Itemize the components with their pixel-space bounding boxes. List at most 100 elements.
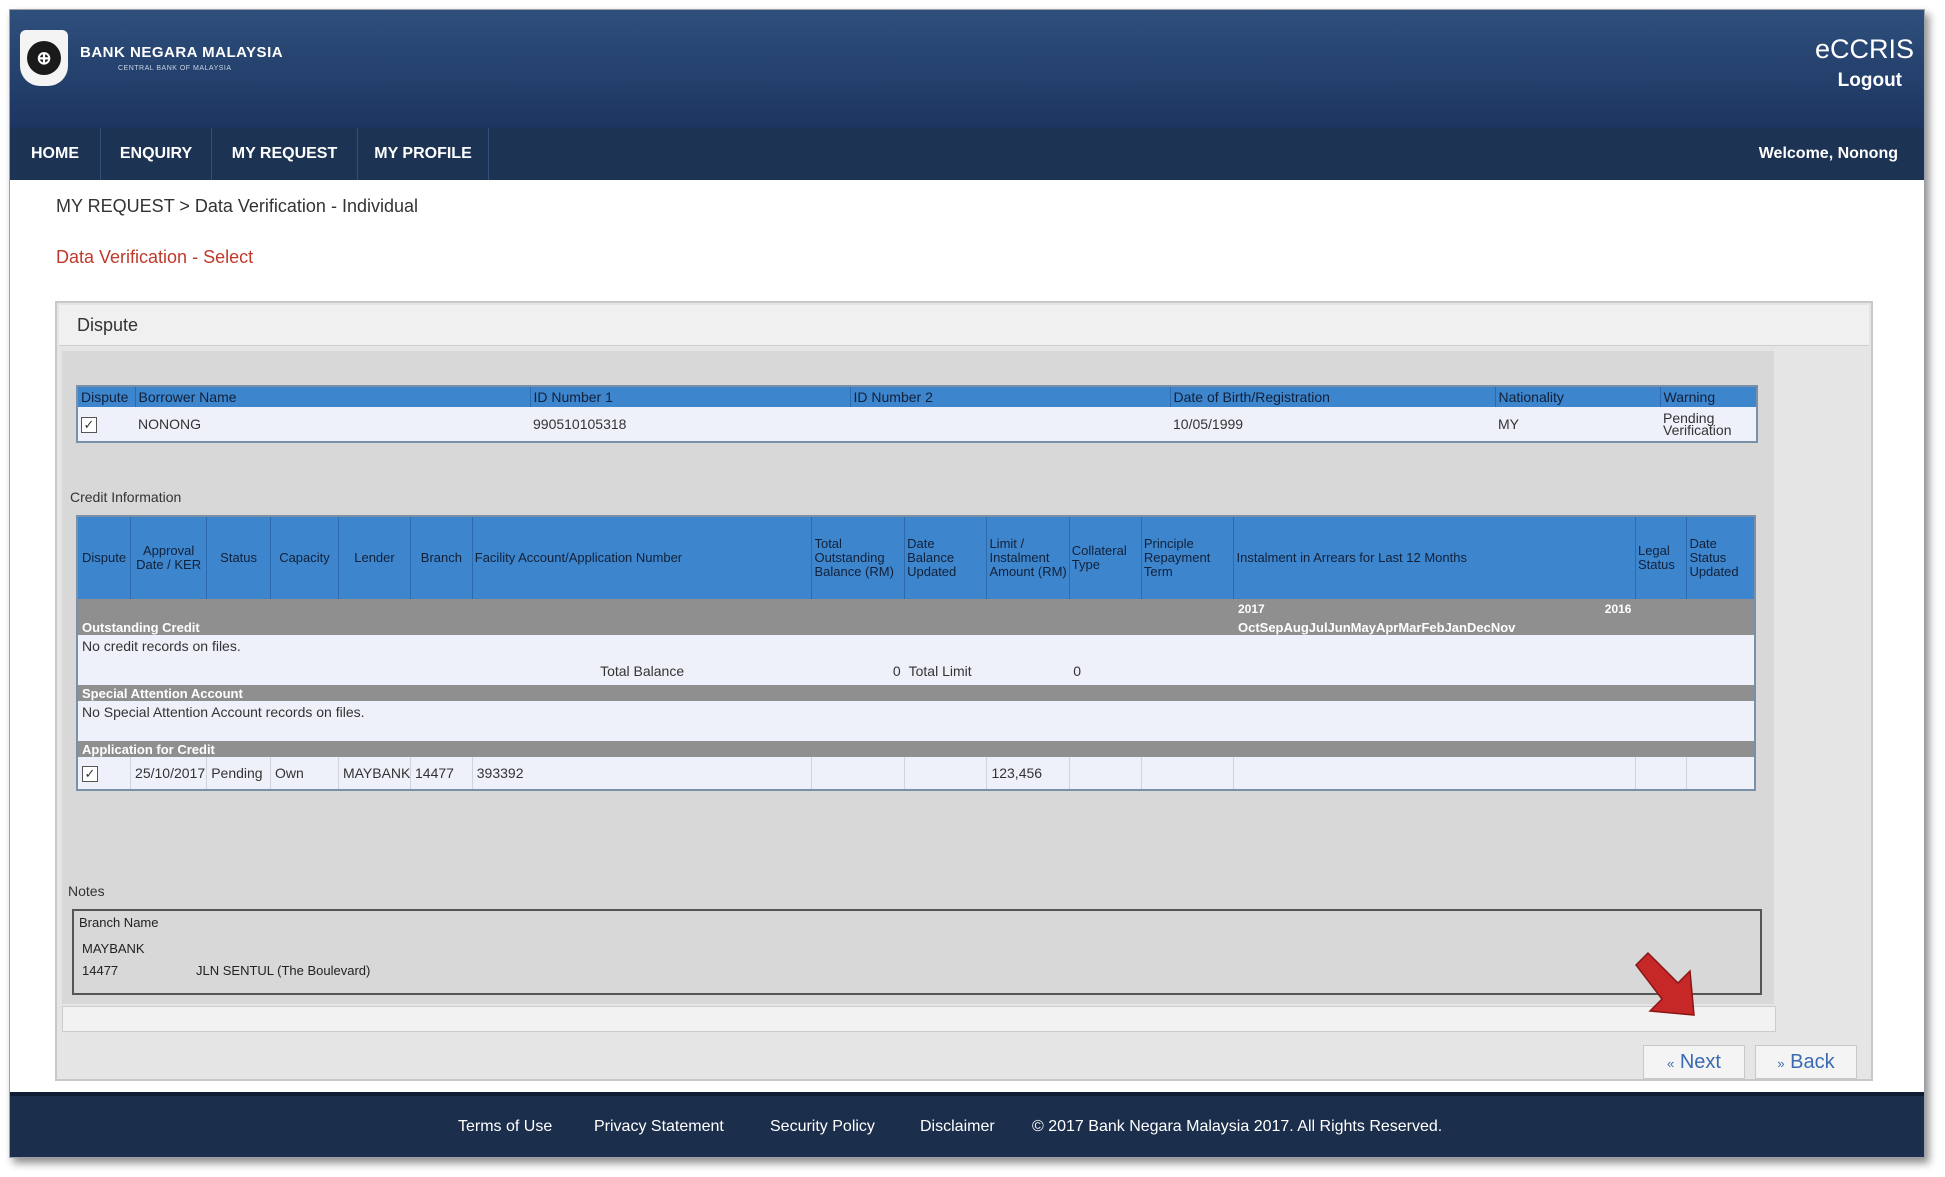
col-date-balance-updated: Date Balance Updated — [904, 516, 988, 599]
dispute-panel: Dispute Dispute Borrower Name ID Number … — [55, 301, 1873, 1081]
dispute-checkbox[interactable]: ✓ — [82, 765, 98, 782]
next-label: Next — [1679, 1051, 1721, 1073]
month-labels: OctSepAugJulJunMayAprMarFebJanDecNov — [1233, 619, 1636, 635]
nav-enquiry[interactable]: ENQUIRY — [101, 128, 212, 180]
bank-subtitle: CENTRAL BANK OF MALAYSIA — [118, 65, 232, 72]
nav-home[interactable]: HOME — [10, 128, 101, 180]
col-borrower-name: Borrower Name — [135, 386, 531, 407]
back-label: Back — [1790, 1051, 1835, 1073]
welcome-text: Welcome, Nonong — [1758, 145, 1898, 162]
red-arrow-icon — [1635, 951, 1695, 1016]
back-icon: » — [1777, 1056, 1785, 1071]
bnm-logo: ⊕ — [20, 30, 68, 86]
limit-amount: 123,456 — [986, 757, 1070, 790]
panel-header: Dispute — [59, 305, 1869, 346]
bank-name: BANK NEGARA MALAYSIA — [80, 44, 284, 61]
saa-row: Special Attention Account — [77, 685, 1755, 701]
panel-body[interactable]: Dispute Borrower Name ID Number 1 ID Num… — [62, 351, 1774, 1004]
borrower-table-header: Dispute Borrower Name ID Number 1 ID Num… — [77, 386, 1758, 407]
col-collateral-type: Collateral Type — [1069, 516, 1142, 599]
notes-branch-code: 14477 — [82, 963, 119, 978]
privacy-statement-link[interactable]: Privacy Statement — [594, 1118, 724, 1136]
application-credit-row: Application for Credit — [77, 741, 1755, 757]
table-row: ✓ 25/10/2017 Pending Own MAYBANK 14477 3… — [77, 757, 1756, 790]
nav-my-profile[interactable]: MY PROFILE — [358, 128, 489, 180]
notes-box: Branch Name MAYBANK 14477 JLN SENTUL (Th… — [72, 909, 1762, 995]
total-limit-label: Total Limit — [904, 657, 1070, 685]
col-instalment-arrears: Instalment in Arrears for Last 12 Months — [1233, 516, 1636, 599]
next-button[interactable]: « Next — [1643, 1045, 1745, 1079]
notes-header: Branch Name — [79, 915, 159, 930]
saa-label: Special Attention Account — [77, 685, 1755, 701]
terms-of-use-link[interactable]: Terms of Use — [458, 1118, 552, 1136]
col-id-number-2: ID Number 2 — [850, 386, 1171, 407]
warning-status: Pending Verification — [1660, 407, 1757, 442]
back-button[interactable]: » Back — [1755, 1045, 1857, 1079]
col-principle-repayment: Principle Repayment Term — [1141, 516, 1235, 599]
id-number-2 — [850, 407, 1170, 442]
logout-link[interactable]: Logout — [1838, 70, 1902, 92]
col-total-outstanding: Total Outstanding Balance (RM) — [811, 516, 906, 599]
notes-lender: MAYBANK — [82, 941, 145, 956]
totals-row: Total Balance 0 Total Limit 0 — [77, 657, 1755, 685]
panel-title: Dispute — [77, 315, 139, 335]
application-credit-label: Application for Credit — [77, 741, 1755, 757]
date-of-birth: 10/05/1999 — [1170, 407, 1495, 442]
security-policy-link[interactable]: Security Policy — [770, 1118, 875, 1136]
col-facility-account: Facility Account/Application Number — [472, 516, 813, 599]
col-dob: Date of Birth/Registration — [1170, 386, 1496, 407]
page-footer: Terms of Use Privacy Statement Security … — [10, 1092, 1924, 1157]
col-legal-status: Legal Status — [1635, 516, 1688, 599]
horizontal-scrollbar[interactable] — [62, 1006, 1776, 1032]
borrower-name: NONONG — [135, 407, 530, 442]
credit-table: Dispute Approval Date / KER Status Capac… — [76, 515, 1756, 791]
no-credit-message: No credit records on files. — [77, 635, 1755, 657]
credit-info-label: Credit Information — [70, 489, 182, 505]
col-branch: Branch — [410, 516, 473, 599]
no-saa-row: No Special Attention Account records on … — [77, 701, 1755, 741]
borrower-table: Dispute Borrower Name ID Number 1 ID Num… — [76, 385, 1758, 443]
page-subtitle: Data Verification - Select — [56, 247, 254, 267]
bnm-emblem-icon: ⊕ — [27, 41, 61, 75]
year-labels: 2017 2016 — [1233, 599, 1636, 619]
outstanding-credit-row: Outstanding Credit OctSepAugJulJunMayApr… — [77, 619, 1755, 635]
breadcrumb: MY REQUEST > Data Verification - Individ… — [56, 196, 418, 216]
outstanding-credit-label: Outstanding Credit — [77, 619, 1234, 635]
nationality: MY — [1495, 407, 1660, 442]
col-lender: Lender — [338, 516, 412, 599]
page-header: ⊕ BANK NEGARA MALAYSIA CENTRAL BANK OF M… — [10, 10, 1924, 128]
total-limit-value: 0 — [1069, 657, 1142, 685]
branch: 14477 — [410, 757, 473, 790]
copyright: © 2017 Bank Negara Malaysia 2017. All Ri… — [1032, 1118, 1443, 1135]
year-2016: 2016 — [1604, 602, 1632, 616]
app-name: eCCRIS — [1814, 34, 1914, 64]
total-balance-label: Total Balance — [472, 657, 812, 685]
nav-my-request[interactable]: MY REQUEST — [212, 128, 358, 180]
next-icon: « — [1667, 1056, 1675, 1071]
id-number-1: 990510105318 — [530, 407, 850, 442]
facility-number: 393392 — [472, 757, 813, 790]
col-dispute: Dispute — [77, 516, 132, 599]
no-credit-row: No credit records on files. — [77, 635, 1755, 657]
no-saa-message: No Special Attention Account records on … — [77, 701, 1755, 741]
col-id-number-1: ID Number 1 — [530, 386, 851, 407]
col-dispute: Dispute — [77, 386, 136, 407]
col-date-status-updated: Date Status Updated — [1686, 516, 1756, 599]
main-nav: HOME ENQUIRY MY REQUEST MY PROFILE Welco… — [10, 128, 1924, 180]
notes-branch-name: JLN SENTUL (The Boulevard) — [196, 963, 371, 978]
col-capacity: Capacity — [270, 516, 339, 599]
year-row: 2017 2016 — [77, 599, 1755, 619]
disclaimer-link[interactable]: Disclaimer — [920, 1118, 995, 1136]
col-warning: Warning — [1660, 386, 1758, 407]
approval-date: 25/10/2017 — [130, 757, 208, 790]
status: Pending — [206, 757, 272, 790]
lender: MAYBANK — [338, 757, 412, 790]
table-row: ✓ NONONG 990510105318 10/05/1999 MY Pend… — [77, 407, 1757, 442]
capacity: Own — [270, 757, 339, 790]
notes-label: Notes — [68, 883, 105, 899]
col-approval-date: Approval Date / KER — [130, 516, 208, 599]
browser-frame: ⊕ BANK NEGARA MALAYSIA CENTRAL BANK OF M… — [9, 9, 1925, 1158]
total-balance-value: 0 — [811, 657, 905, 685]
dispute-checkbox[interactable]: ✓ — [81, 416, 97, 433]
year-2017: 2017 — [1237, 602, 1265, 616]
